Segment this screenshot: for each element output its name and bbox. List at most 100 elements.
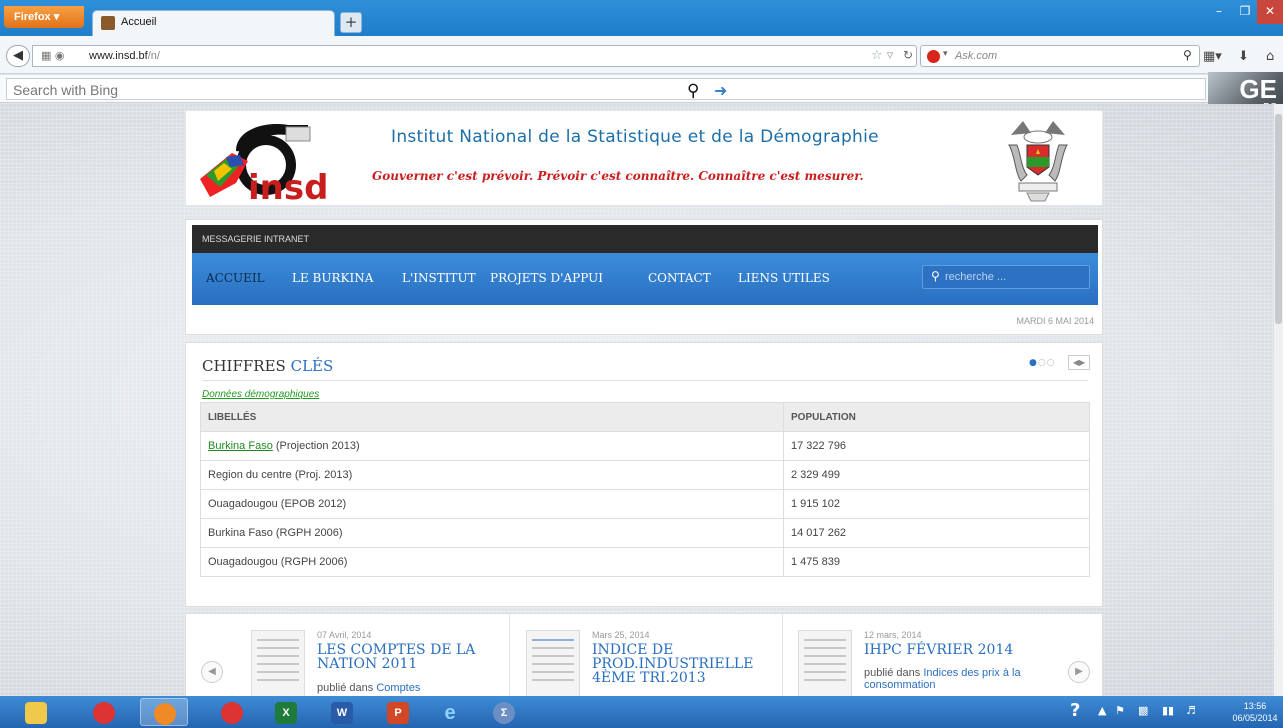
flag-icon[interactable]: ⚑ [1115,704,1125,717]
table-row: Burkina Faso (Projection 2013) 17 322 79… [200,431,1090,461]
bookmarks-icon[interactable]: ▦▾ [1203,49,1222,64]
site-identity-icon[interactable]: ▦ ◉ [41,49,65,62]
table-cell-label: Burkina Faso (Projection 2013) [200,431,784,461]
search-icon[interactable]: ⚲ [1183,48,1192,62]
system-clock[interactable]: 13:56 06/05/2014 [1228,700,1282,724]
chevron-up-icon[interactable]: ▲ [1098,704,1106,717]
burkina-faso-link[interactable]: Burkina Faso [208,440,273,452]
bing-toolbar: Search with Bing ⚲ ➜ [0,75,1283,103]
tab-accueil[interactable]: Accueil [92,10,335,36]
population-table: LIBELLÉS POPULATION Burkina Faso (Projec… [200,402,1090,577]
powerpoint-icon: P [387,702,409,724]
taskbar-internet-explorer[interactable]: e [426,698,474,726]
close-icon[interactable]: ✕ [1257,0,1283,24]
nav-item-projets-dappui[interactable]: PROJETS D'APPUI [490,271,603,285]
table-cell-value: 17 322 796 [783,431,1090,461]
window-titlebar: Firefox ▾ Accueil + – ❐ ✕ [0,0,1283,36]
news-thumbnail[interactable] [526,630,580,696]
back-arrow-icon[interactable]: ◀ [6,45,30,67]
key-figures-panel: CHIFFRES CLÉS ●○○ ◀▶ Données démographiq… [185,342,1103,607]
news-item[interactable]: 12 mars, 2014 IHPC FÉVRIER 2014 publié d… [798,614,1070,696]
news-thumbnail[interactable] [251,630,305,696]
menu-card: MESSAGERIE INTRANET ACCUEIL LE BURKINA L… [185,219,1103,335]
firefox-menu-button[interactable]: Firefox ▾ [4,6,84,28]
news-published-in: publié dans Comptes [317,682,517,694]
site-search-input[interactable]: ⚲ recherche ... [922,265,1090,289]
taskbar-file-explorer[interactable] [12,698,60,726]
search-icon: ⚲ [931,269,940,283]
table-cell-label: Region du centre (Proj. 2013) [200,460,784,490]
page-scrollbar[interactable] [1274,104,1283,696]
heading-accent: CLÉS [290,357,334,375]
news-published-in: publié dans Indices des prix à la consom… [864,667,1064,691]
taskbar-math[interactable]: Σ [480,698,528,726]
maximize-icon[interactable]: ❐ [1233,0,1257,24]
nav-item-le-burkina[interactable]: LE BURKINA [292,271,373,285]
column-header: LIBELLÉS [200,402,784,432]
news-title[interactable]: LES COMPTES DE LA NATION 2011 [317,643,517,671]
download-icon[interactable]: ⬇ [1238,49,1249,64]
taskbar-word[interactable]: W [318,698,366,726]
help-icon[interactable]: ? [1070,700,1080,721]
slide-dots[interactable]: ●○○ [1029,358,1056,368]
network-icon[interactable]: ▩ [1138,704,1148,717]
word-icon: W [331,702,353,724]
taskbar-app-red-2[interactable] [208,698,256,726]
page-viewport: insd Institut National de la Statistique… [0,104,1283,696]
chevron-down-icon[interactable]: ▾ [943,49,948,59]
new-tab-button[interactable]: + [340,12,362,33]
nav-item-contact[interactable]: CONTACT [648,271,711,285]
taskbar-firefox[interactable] [140,698,188,726]
minimize-icon[interactable]: – [1205,0,1233,24]
url-bar[interactable]: ▦ ◉ www.insd.bf/n/ ☆ ▿ ↻ [32,45,917,67]
link-intranet[interactable]: INTRANET [264,234,309,244]
tab-title: Accueil [121,16,157,28]
site-motto: Gouverner c'est prévoir. Prévoir c'est c… [372,169,864,183]
scrollbar-thumb[interactable] [1275,114,1282,324]
news-date: Mars 25, 2014 [592,630,650,640]
search-icon[interactable]: ⚲ [687,81,699,101]
link-messagerie[interactable]: MESSAGERIE [202,234,262,244]
news-thumbnail[interactable] [798,630,852,696]
carousel-next-icon[interactable]: ▶ [1068,661,1090,683]
main-navigation: ACCUEIL LE BURKINA L'INSTITUT PROJETS D'… [192,253,1098,305]
slide-pager-arrows[interactable]: ◀▶ [1068,355,1090,370]
volume-icon[interactable]: ♬ [1186,704,1196,717]
news-title[interactable]: IHPC FÉVRIER 2014 [864,643,1064,657]
column-header: POPULATION [783,402,1090,432]
taskbar-app-red[interactable] [80,698,128,726]
key-figures-heading: CHIFFRES CLÉS [202,357,333,375]
news-title[interactable]: INDICE DE PROD.INDUSTRIELLE 4ÈME TRI.201… [592,643,792,685]
published-label: publié dans [317,682,374,694]
news-item[interactable]: Mars 25, 2014 INDICE DE PROD.INDUSTRIELL… [526,614,798,696]
taskbar-excel[interactable]: X [262,698,310,726]
coat-of-arms-icon [1008,121,1068,202]
nav-item-accueil[interactable]: ACCUEIL [206,271,265,285]
table-cell-value: 1 915 102 [783,489,1090,519]
reload-icon[interactable]: ↻ [903,48,913,62]
carousel-prev-icon[interactable]: ◀ [201,661,223,683]
search-engine-box[interactable]: ▾ Ask.com ⚲ [920,45,1200,67]
logo-text: insd [248,168,328,203]
news-category-link[interactable]: Comptes [376,682,420,694]
table-header-row: LIBELLÉS POPULATION [200,402,1090,432]
app-red-icon [221,702,243,724]
signal-icon[interactable]: ▮▮ [1162,704,1174,717]
nav-item-linstitut[interactable]: L'INSTITUT [402,271,476,285]
insd-logo[interactable]: insd [196,117,346,203]
internet-explorer-icon: e [444,702,456,724]
demographic-data-link[interactable]: Données démographiques [202,389,319,400]
search-engine-placeholder: Ask.com [955,50,998,62]
home-icon[interactable]: ⌂ [1266,49,1274,64]
windows-taskbar: X W P e Σ ? ▲ ⚑ ▩ ▮▮ ♬ 13:56 06/05/2014 [0,696,1283,728]
ask-logo-icon [927,50,940,63]
table-cell-value: 2 329 499 [783,460,1090,490]
bookmark-star-icon[interactable]: ☆ ▿ [871,48,893,63]
table-cell-label: Ouagadougou (RGPH 2006) [200,547,784,577]
nav-item-liens-utiles[interactable]: LIENS UTILES [738,271,830,285]
arrow-right-icon[interactable]: ➜ [714,81,727,100]
news-item[interactable]: 07 Avril, 2014 LES COMPTES DE LA NATION … [251,614,523,696]
bing-search-input[interactable]: Search with Bing ⚲ ➜ [6,78,1206,101]
published-label: publié dans [864,667,921,679]
taskbar-powerpoint[interactable]: P [374,698,422,726]
